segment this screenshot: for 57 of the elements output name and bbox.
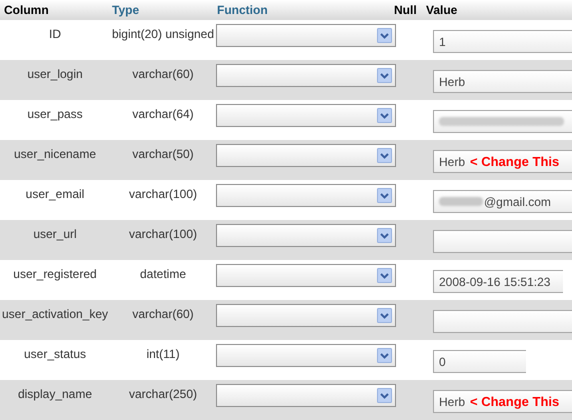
column-type: varchar(100) xyxy=(128,226,198,243)
annotation-text: < Change This xyxy=(470,392,560,411)
column-name: display_name xyxy=(18,386,92,403)
function-dropdown[interactable] xyxy=(216,264,396,287)
chevron-down-icon xyxy=(377,228,392,243)
chevron-down-icon xyxy=(377,348,392,363)
column-type: datetime xyxy=(140,266,186,283)
chevron-down-icon xyxy=(377,188,392,203)
column-type: varchar(60) xyxy=(132,306,194,323)
function-dropdown[interactable] xyxy=(216,384,396,407)
chevron-down-icon xyxy=(377,388,392,403)
value-field[interactable] xyxy=(433,310,572,333)
chevron-down-icon xyxy=(377,108,392,123)
column-type: int(11) xyxy=(146,346,180,363)
chevron-down-icon xyxy=(377,148,392,163)
column-header: Type xyxy=(111,2,140,19)
function-dropdown[interactable] xyxy=(216,184,396,207)
column-header: Value xyxy=(426,2,458,19)
value-field[interactable] xyxy=(433,110,572,133)
column-name: user_email xyxy=(26,186,84,203)
value-field[interactable]: @gmail.com xyxy=(433,190,572,213)
chevron-down-icon xyxy=(377,28,392,43)
function-dropdown[interactable] xyxy=(216,304,396,327)
column-name: user_activation_key xyxy=(2,306,108,323)
value-field[interactable]: Herb xyxy=(433,70,572,93)
column-name: user_url xyxy=(33,226,77,243)
annotation-text: < Change This xyxy=(470,152,560,171)
value-field[interactable]: Herb < Change This xyxy=(433,390,572,413)
column-type: varchar(100) xyxy=(128,186,198,203)
value-field[interactable]: 2008-09-16 15:51:23 xyxy=(433,270,563,293)
chevron-down-icon xyxy=(377,268,392,283)
column-header: Function xyxy=(216,2,269,19)
function-dropdown[interactable] xyxy=(216,104,396,127)
column-type: varchar(250) xyxy=(128,386,198,403)
value-field[interactable]: Herb < Change This xyxy=(433,150,572,173)
value-field[interactable]: 1 xyxy=(433,30,572,53)
function-dropdown[interactable] xyxy=(216,224,396,247)
function-dropdown[interactable] xyxy=(216,344,396,367)
column-name: user_login xyxy=(27,66,83,83)
column-name: user_status xyxy=(24,346,86,363)
column-type: varchar(64) xyxy=(132,106,194,123)
column-header: Null xyxy=(394,2,418,19)
function-dropdown[interactable] xyxy=(216,64,396,87)
function-dropdown[interactable] xyxy=(216,24,396,47)
column-header: Column xyxy=(3,2,50,19)
column-name: ID xyxy=(49,26,61,43)
column-type: bigint(20) unsigned xyxy=(112,26,214,43)
value-field[interactable] xyxy=(433,230,572,253)
column-type: varchar(60) xyxy=(132,66,194,83)
value-field[interactable]: 0 xyxy=(433,350,526,373)
column-name: user_pass xyxy=(27,106,83,123)
column-type: varchar(50) xyxy=(132,146,194,163)
function-dropdown[interactable] xyxy=(216,144,396,167)
chevron-down-icon xyxy=(377,308,392,323)
column-name: user_nicename xyxy=(14,146,96,163)
chevron-down-icon xyxy=(377,68,392,83)
column-name: user_registered xyxy=(13,266,97,283)
